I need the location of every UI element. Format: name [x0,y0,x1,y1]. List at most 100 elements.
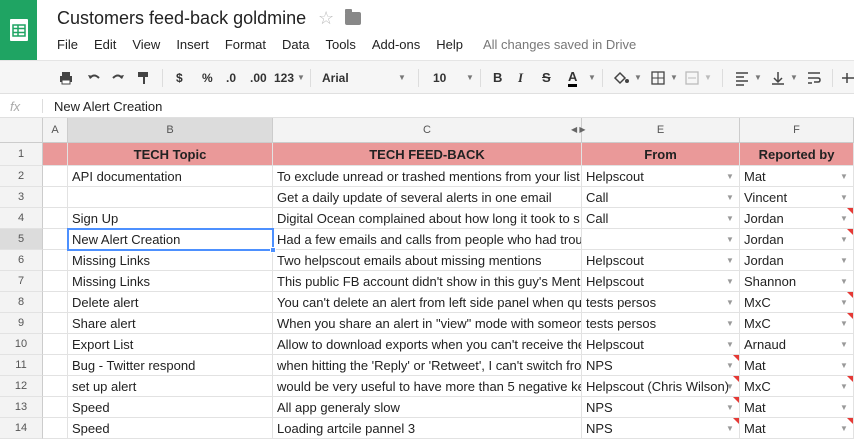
cell-b[interactable]: Export List [68,334,273,355]
dropdown-arrow-icon[interactable]: ▼ [840,235,848,244]
font-family-select[interactable]: Arial [322,69,349,87]
redo-icon[interactable] [110,70,126,88]
dropdown-arrow-icon[interactable]: ▼ [840,424,848,433]
dropdown-arrow-icon[interactable]: ▼ [840,256,848,265]
chevron-down-icon[interactable]: ▼ [634,69,642,87]
chevron-down-icon[interactable]: ▼ [704,69,712,87]
cell-e[interactable]: Helpscout [582,166,740,187]
menu-addons[interactable]: Add-ons [372,37,420,53]
cell-e[interactable]: NPS [582,355,740,376]
dropdown-arrow-icon[interactable]: ▼ [726,298,734,307]
cell-a[interactable] [43,271,68,292]
column-header-f[interactable]: F [740,118,854,143]
cell-e[interactable]: Helpscout (Chris Wilson) [582,376,740,397]
cell-e[interactable]: Helpscout [582,250,740,271]
decimal-increase-button[interactable]: .00 [250,69,267,87]
dropdown-arrow-icon[interactable]: ▼ [726,382,734,391]
comment-flag-icon[interactable] [847,229,853,235]
cell-b[interactable]: New Alert Creation [68,229,273,250]
row-header[interactable]: 11 [0,355,43,376]
cell-e[interactable]: tests persos [582,292,740,313]
cell-f[interactable]: Jordan [740,250,854,271]
dropdown-arrow-icon[interactable]: ▼ [726,340,734,349]
row-header[interactable]: 6 [0,250,43,271]
menu-tools[interactable]: Tools [325,37,355,53]
chevron-down-icon[interactable]: ▼ [466,69,474,87]
cell-f[interactable]: Mat [740,166,854,187]
cell-b[interactable]: API documentation [68,166,273,187]
cell-b[interactable]: Speed [68,418,273,439]
dropdown-arrow-icon[interactable]: ▼ [726,361,734,370]
cell-a[interactable] [43,292,68,313]
row-header[interactable]: 4 [0,208,43,229]
text-color-button[interactable]: A [568,69,578,87]
dropdown-arrow-icon[interactable]: ▼ [840,277,848,286]
vertical-align-icon[interactable] [770,70,786,88]
menu-file[interactable]: File [57,37,78,53]
function-icon[interactable] [840,70,854,88]
cell-a[interactable] [43,397,68,418]
fill-color-icon[interactable] [612,70,630,88]
dropdown-arrow-icon[interactable]: ▼ [726,214,734,223]
comment-flag-icon[interactable] [847,376,853,382]
column-header-b[interactable]: B [68,118,273,143]
dropdown-arrow-icon[interactable]: ▼ [840,382,848,391]
cell-b[interactable]: set up alert [68,376,273,397]
menu-data[interactable]: Data [282,37,309,53]
cell-e[interactable]: Call [582,208,740,229]
cell-a[interactable] [43,187,68,208]
more-formats-button[interactable]: 123 [274,69,294,87]
cell-a[interactable] [43,334,68,355]
chevron-down-icon[interactable]: ▼ [754,69,762,87]
cell-c[interactable]: When you share an alert in "view" mode w… [273,313,582,334]
cell-b[interactable]: Sign Up [68,208,273,229]
dropdown-arrow-icon[interactable]: ▼ [840,214,848,223]
comment-flag-icon[interactable] [847,313,853,319]
column-header-e[interactable]: E [582,118,740,143]
dropdown-arrow-icon[interactable]: ▼ [840,172,848,181]
cell-e[interactable]: tests persos [582,313,740,334]
dropdown-arrow-icon[interactable]: ▼ [840,319,848,328]
row-header[interactable]: 1 [0,143,43,166]
cell-f[interactable]: Shannon [740,271,854,292]
text-wrap-icon[interactable] [806,70,822,88]
font-size-select[interactable]: 10 [433,69,446,87]
dropdown-arrow-icon[interactable]: ▼ [726,256,734,265]
row-header[interactable]: 14 [0,418,43,439]
strikethrough-button[interactable]: S [542,69,551,87]
borders-icon[interactable] [650,70,666,88]
comment-flag-icon[interactable] [733,376,739,382]
dropdown-arrow-icon[interactable]: ▼ [726,403,734,412]
bold-button[interactable]: B [493,69,502,87]
header-cell-e[interactable]: From [582,143,740,166]
dropdown-arrow-icon[interactable]: ▼ [840,298,848,307]
dropdown-arrow-icon[interactable]: ▼ [726,277,734,286]
comment-flag-icon[interactable] [847,208,853,214]
dropdown-arrow-icon[interactable]: ▼ [726,235,734,244]
comment-flag-icon[interactable] [733,397,739,403]
cell-f[interactable]: Jordan [740,229,854,250]
row-header[interactable]: 10 [0,334,43,355]
fill-handle[interactable] [270,247,276,253]
cell-c[interactable]: Two helpscout emails about missing menti… [273,250,582,271]
merge-cells-icon[interactable] [684,70,700,88]
cell-c[interactable]: when hitting the 'Reply' or 'Retweet', I… [273,355,582,376]
cell-c[interactable]: This public FB account didn't show in th… [273,271,582,292]
cell-e[interactable]: Helpscout [582,271,740,292]
hidden-column-toggle-icon[interactable]: ◀ ▶ [571,125,586,134]
row-header[interactable]: 5 [0,229,43,250]
cell-b[interactable]: Missing Links [68,250,273,271]
cell-f[interactable]: Mat [740,397,854,418]
currency-button[interactable]: $ [176,69,183,87]
cell-c[interactable]: Digital Ocean complained about how long … [273,208,582,229]
cell-a[interactable] [43,418,68,439]
cell-f[interactable]: MxC [740,313,854,334]
row-header[interactable]: 9 [0,313,43,334]
save-status[interactable]: All changes saved in Drive [483,37,636,53]
row-header[interactable]: 3 [0,187,43,208]
column-header-a[interactable]: A [43,118,68,143]
cell-f[interactable]: Mat [740,418,854,439]
cell-a[interactable] [43,166,68,187]
comment-flag-icon[interactable] [847,292,853,298]
chevron-down-icon[interactable]: ▼ [670,69,678,87]
